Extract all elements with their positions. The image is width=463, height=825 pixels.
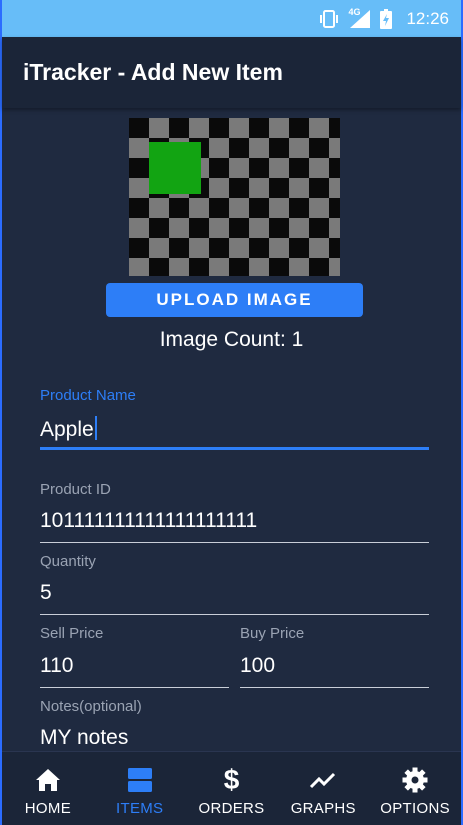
product-id-value: 101111111111111111111: [40, 509, 258, 532]
nav-item-home[interactable]: HOME: [2, 752, 94, 825]
nav-label-orders: ORDERS: [198, 800, 265, 817]
page-title: iTracker - Add New Item: [23, 59, 283, 85]
nav-label-items: ITEMS: [116, 800, 164, 817]
image-count-label: Image Count: 1: [159, 328, 304, 351]
product-id-label: Product ID: [40, 481, 111, 498]
trending-icon: [309, 766, 337, 794]
signal-icon: 4G: [348, 7, 372, 29]
buy-price-label: Buy Price: [240, 625, 305, 642]
battery-icon: [380, 8, 393, 29]
product-name-input[interactable]: Apple: [40, 416, 429, 450]
product-name-label: Product Name: [40, 387, 136, 404]
vibrate-icon: [318, 9, 340, 28]
product-name-value: Apple: [40, 418, 94, 441]
image-green-square: [149, 142, 201, 194]
product-id-input[interactable]: 101111111111111111111: [40, 509, 429, 543]
upload-image-button[interactable]: UPLOAD IMAGE: [106, 283, 363, 317]
nav-item-graphs[interactable]: GRAPHS: [277, 752, 369, 825]
app-bar: iTracker - Add New Item: [2, 37, 461, 108]
sell-price-value: 110: [40, 654, 74, 677]
nav-label-home: HOME: [24, 800, 71, 817]
quantity-input[interactable]: 5: [40, 581, 429, 615]
nav-label-options: OPTIONS: [380, 800, 450, 817]
sell-price-label: Sell Price: [40, 625, 104, 642]
nav-label-graphs: GRAPHS: [290, 800, 356, 817]
notes-value: MY notes: [40, 726, 129, 749]
buy-price-value: 100: [240, 654, 276, 677]
dollar-icon: $: [223, 764, 240, 795]
bottom-navigation: HOME ITEMS $ ORDERS GRAPHS OPTIONS: [2, 751, 461, 825]
nav-item-options[interactable]: OPTIONS: [369, 752, 461, 825]
status-bar: 4G 12:26: [2, 0, 461, 37]
quantity-value: 5: [40, 581, 52, 604]
notes-label: Notes(optional): [40, 698, 142, 715]
status-time: 12:26: [406, 8, 449, 28]
sell-price-input[interactable]: 110: [40, 654, 229, 688]
phone-screen: 4G 12:26 iTracker - Add New Item UPLOAD …: [0, 0, 463, 825]
product-image-preview[interactable]: [129, 118, 340, 276]
quantity-label: Quantity: [40, 553, 96, 570]
text-caret: [94, 416, 97, 440]
nav-item-items[interactable]: ITEMS: [94, 752, 186, 825]
home-icon: [35, 766, 61, 794]
items-icon: [127, 766, 153, 794]
nav-item-orders[interactable]: $ ORDERS: [186, 752, 278, 825]
gear-icon: [402, 766, 428, 794]
buy-price-input[interactable]: 100: [240, 654, 429, 688]
